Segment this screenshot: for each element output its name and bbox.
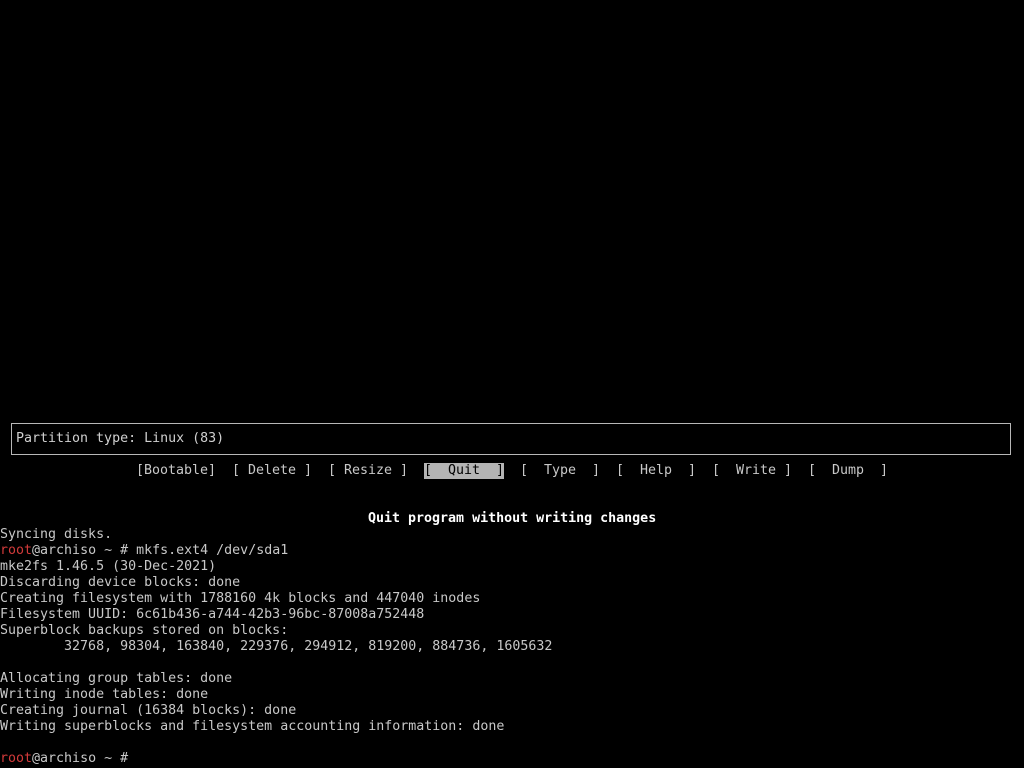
- output-line: Superblock backups stored on blocks:: [0, 623, 289, 638]
- output-line: 32768, 98304, 163840, 229376, 294912, 81…: [0, 639, 553, 654]
- output-line: mke2fs 1.46.5 (30-Dec-2021): [0, 559, 217, 574]
- command-line: root@archiso ~ # mkfs.ext4 /dev/sda1: [0, 543, 1024, 559]
- prompt-user: root: [0, 543, 33, 558]
- cfdisk-menu-bar: [Bootable] [ Delete ] [ Resize ] [ Quit …: [0, 463, 1024, 479]
- bootable-button[interactable]: [Bootable]: [136, 463, 216, 479]
- terminal-output[interactable]: Syncing disks. root@archiso ~ # mkfs.ext…: [0, 527, 1024, 767]
- output-line: Syncing disks.: [0, 527, 113, 542]
- dump-button[interactable]: [ Dump ]: [808, 463, 888, 479]
- delete-button[interactable]: [ Delete ]: [232, 463, 312, 479]
- output-line: Writing inode tables: done: [0, 687, 209, 702]
- output-line: Creating filesystem with 1788160 4k bloc…: [0, 591, 481, 606]
- partition-type-text: Partition type: Linux (83): [16, 431, 225, 446]
- help-button[interactable]: [ Help ]: [616, 463, 696, 479]
- terminal-screen: Partition type: Linux (83) [Bootable] [ …: [0, 0, 1024, 768]
- partition-info-box: Partition type: Linux (83): [11, 423, 1011, 455]
- help-line: Quit program without writing changes: [0, 511, 1024, 527]
- prompt-user: root: [0, 751, 33, 766]
- prompt-line[interactable]: root@archiso ~ #: [0, 751, 1024, 767]
- output-line: Filesystem UUID: 6c61b436-a744-42b3-96bc…: [0, 607, 425, 622]
- help-text: Quit program without writing changes: [368, 511, 657, 526]
- output-line: Allocating group tables: done: [0, 671, 233, 686]
- resize-button[interactable]: [ Resize ]: [328, 463, 408, 479]
- type-button[interactable]: [ Type ]: [520, 463, 600, 479]
- quit-button[interactable]: [ Quit ]: [424, 463, 505, 479]
- output-line: Writing superblocks and filesystem accou…: [0, 719, 505, 734]
- output-line: Creating journal (16384 blocks): done: [0, 703, 297, 718]
- prompt-host: @archiso ~ #: [32, 751, 129, 766]
- output-line: Discarding device blocks: done: [0, 575, 241, 590]
- write-button[interactable]: [ Write ]: [712, 463, 792, 479]
- command-text: mkfs.ext4 /dev/sda1: [128, 543, 289, 558]
- prompt-host: @archiso ~ #: [32, 543, 129, 558]
